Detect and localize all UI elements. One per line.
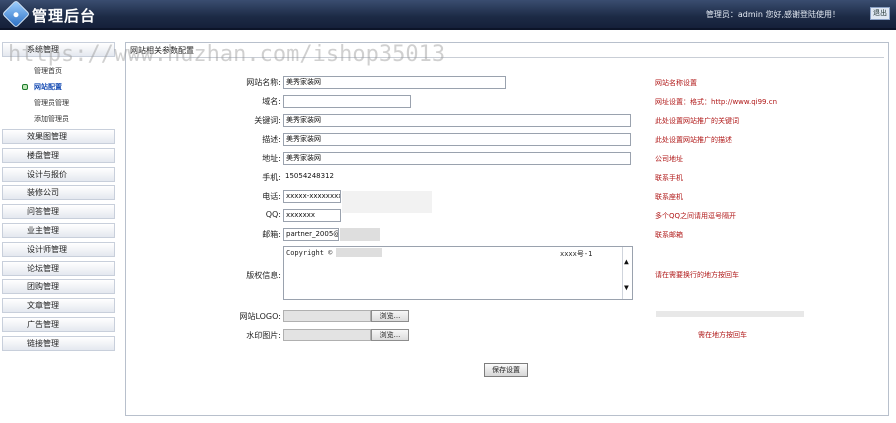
panel-divider (130, 57, 884, 58)
sidebar-subitem-label: 网站配置 (34, 83, 62, 91)
sidebar-item-qa[interactable]: 问答管理 (2, 204, 115, 219)
sidebar-item-design-quote[interactable]: 设计与报价 (2, 167, 115, 182)
copyright-hint: 请在需要换行的地方按回车 (655, 271, 739, 279)
sidebar-subitem-home[interactable]: 管理首页 (2, 64, 115, 78)
mobile-input[interactable]: 15054248312 (283, 171, 343, 184)
copyright-label: 版权信息: (246, 271, 281, 280)
user-info: 管理员：admin 您好,感谢登陆使用！ (705, 10, 840, 19)
app-title: 管理后台 (32, 7, 97, 25)
phone-label: 电话: (262, 192, 281, 201)
sidebar-item-system[interactable]: 系统管理 (2, 42, 115, 57)
blur-overlay (656, 311, 804, 317)
blur-overlay (336, 248, 382, 257)
mobile-hint: 联系手机 (655, 174, 683, 182)
copyright-textarea[interactable]: Copyright © xxxx号-1 ▲ ▼ (283, 246, 633, 300)
copyright-text: Copyright © (286, 249, 333, 257)
keywords-label: 关键词: (254, 116, 281, 125)
domain-input[interactable] (283, 95, 411, 108)
save-settings-button[interactable]: 保存设置 (484, 363, 528, 377)
scroll-down-icon[interactable]: ▼ (624, 283, 629, 292)
keywords-hint: 此处设置网站推广的关键词 (655, 117, 739, 125)
watermark-image-label: 水印图片: (246, 331, 281, 340)
sidebar-item-property[interactable]: 楼盘管理 (2, 148, 115, 163)
textarea-scrollbar[interactable]: ▲ ▼ (622, 247, 632, 299)
sidebar-item-group-buy[interactable]: 团购管理 (2, 279, 115, 294)
copyright-suffix: xxxx号-1 (560, 250, 593, 258)
sidebar-item-renderings[interactable]: 效果图管理 (2, 129, 115, 144)
sidebar-item-designers[interactable]: 设计师管理 (2, 242, 115, 257)
config-panel: 网站相关参数配置 网站名称: 美秀家装网 网站名称设置 域名: 网址设置：格式：… (125, 42, 889, 416)
active-marker-icon (22, 84, 28, 90)
blur-overlay (340, 228, 380, 241)
sidebar-subitem-add-admin[interactable]: 添加管理员 (2, 112, 115, 126)
watermark-browse-button[interactable]: 浏览... (371, 329, 409, 341)
logo-file-path[interactable] (283, 310, 371, 322)
email-label: 邮箱: (262, 230, 281, 239)
top-header: 管理后台 管理员：admin 您好,感谢登陆使用！ 退出 (0, 0, 896, 30)
email-hint: 联系邮箱 (655, 231, 683, 239)
logo-icon (1, 0, 31, 29)
description-input[interactable]: 美秀家装网 (283, 133, 631, 146)
logo-browse-button[interactable]: 浏览... (371, 310, 409, 322)
watermark-image-hint: 需在地方按回车 (698, 331, 747, 339)
domain-label: 域名: (262, 97, 281, 106)
description-hint: 此处设置网站推广的描述 (655, 136, 732, 144)
blur-overlay (342, 191, 432, 213)
address-label: 地址: (262, 154, 281, 163)
sidebar-item-ads[interactable]: 广告管理 (2, 317, 115, 332)
sidebar-item-links[interactable]: 链接管理 (2, 336, 115, 351)
qq-input[interactable]: xxxxxxx (283, 209, 341, 222)
description-label: 描述: (262, 135, 281, 144)
keywords-input[interactable]: 美秀家装网 (283, 114, 631, 127)
site-name-input[interactable]: 美秀家装网 (283, 76, 506, 89)
logout-button[interactable]: 退出 (870, 7, 890, 20)
sidebar: 系统管理 管理首页 网站配置 管理员管理 添加管理员 效果图管理 楼盘管理 设计… (0, 40, 117, 423)
qq-label: QQ: (265, 210, 281, 219)
sidebar-item-forum[interactable]: 论坛管理 (2, 261, 115, 276)
sidebar-item-articles[interactable]: 文章管理 (2, 298, 115, 313)
scroll-up-icon[interactable]: ▲ (624, 257, 629, 266)
mobile-label: 手机: (262, 173, 281, 182)
email-input[interactable]: partner_2005@ (283, 228, 339, 241)
site-name-label: 网站名称: (246, 78, 281, 87)
sidebar-item-company[interactable]: 装修公司 (2, 185, 115, 200)
domain-hint: 网址设置：格式：http://www.qi99.cn (655, 98, 778, 106)
phone-hint: 联系座机 (655, 193, 683, 201)
panel-tab-title: 网站相关参数配置 (130, 46, 194, 55)
sidebar-item-owners[interactable]: 业主管理 (2, 223, 115, 238)
site-name-hint: 网站名称设置 (655, 79, 697, 87)
sidebar-subitem-site-config[interactable]: 网站配置 (2, 80, 115, 94)
address-input[interactable]: 美秀家装网 (283, 152, 631, 165)
address-hint: 公司地址 (655, 155, 683, 163)
logo-label: 网站LOGO: (239, 312, 281, 321)
watermark-file-path[interactable] (283, 329, 371, 341)
phone-input[interactable]: xxxxx-xxxxxxxx (283, 190, 341, 203)
sidebar-subitem-admin-manage[interactable]: 管理员管理 (2, 96, 115, 110)
qq-hint: 多个QQ之间请用逗号隔开 (655, 212, 737, 220)
